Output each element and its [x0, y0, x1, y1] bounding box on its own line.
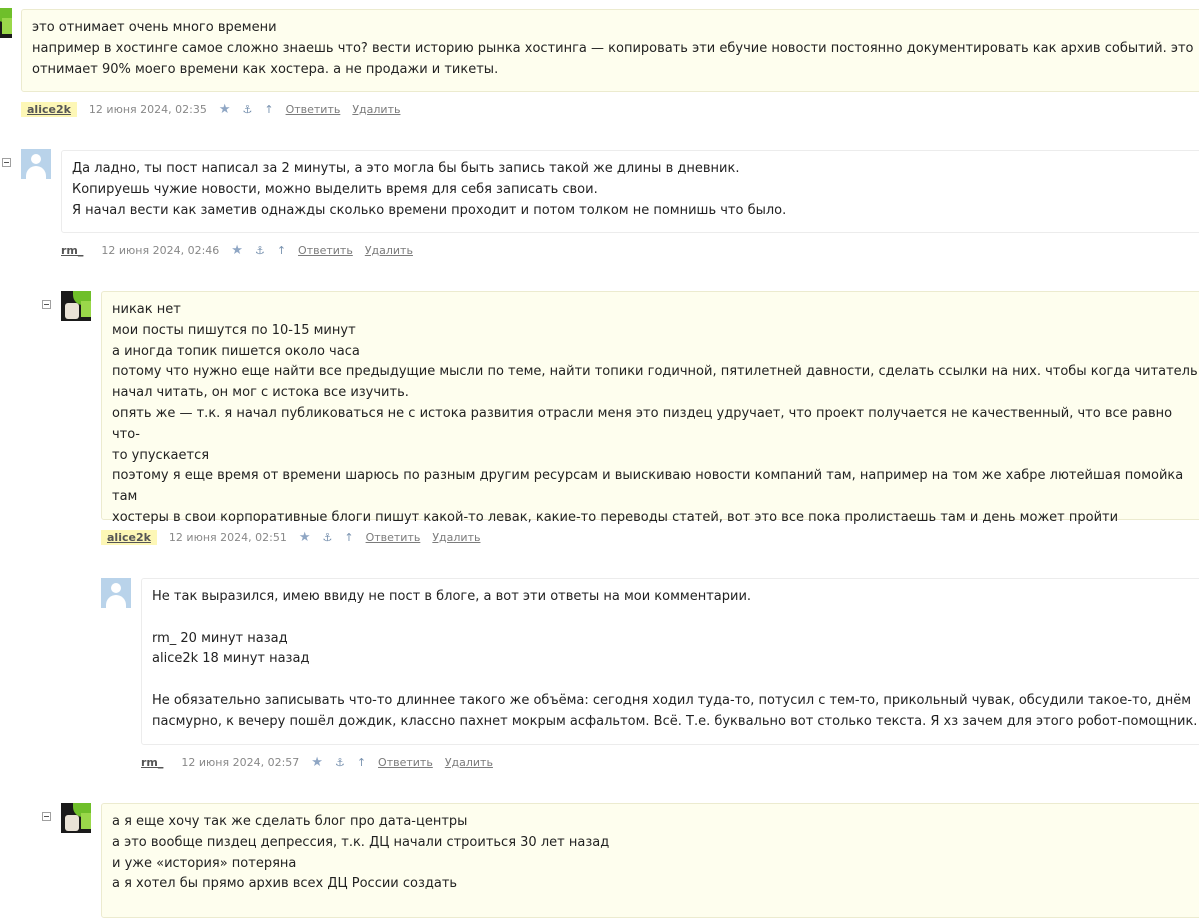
- author-link[interactable]: rm_: [61, 243, 89, 258]
- anchor-icon[interactable]: ⚓: [242, 103, 252, 116]
- comment-line: Копируешь чужие новости, можно выделить …: [72, 181, 598, 197]
- comment-line: Да ладно, ты пост написал за 2 минуты, а…: [72, 161, 740, 176]
- anchor-icon[interactable]: ⚓: [255, 244, 265, 257]
- star-icon[interactable]: ★: [299, 530, 311, 545]
- star-icon[interactable]: ★: [231, 243, 243, 258]
- delete-link[interactable]: Удалить: [365, 244, 413, 257]
- comment-body: а я еще хочу так же сделать блог про дат…: [101, 803, 1199, 918]
- up-arrow-icon[interactable]: ↑: [344, 531, 353, 544]
- comment-meta: rm_ 12 июня 2024, 02:57 ★ ⚓ ↑ Ответить У…: [141, 753, 505, 771]
- comment-line: Не обязательно записывать что-то длиннее…: [152, 692, 1192, 708]
- comment-line: [152, 670, 1199, 691]
- comment-date: 12 июня 2024, 02:35: [88, 102, 207, 116]
- comment-line: [152, 608, 1199, 629]
- comment-body: никак нет мои посты пишутся по 10-15 мин…: [101, 291, 1199, 546]
- comment-body: Да ладно, ты пост написал за 2 минуты, а…: [61, 150, 1199, 233]
- comment-line: например в хостинге самое сложно знаешь …: [32, 40, 1194, 56]
- comment-line: alice2k 18 минут назад: [152, 651, 310, 667]
- reply-link[interactable]: Ответить: [378, 756, 433, 769]
- comment-line: а я хотел бы прямо архив всех ДЦ России …: [112, 876, 458, 892]
- comment-line: то упускается: [112, 447, 210, 463]
- comment-date: 12 июня 2024, 02:46: [101, 243, 220, 257]
- up-arrow-icon[interactable]: ↑: [277, 244, 286, 257]
- comment-meta: rm_ 12 июня 2024, 02:46 ★ ⚓ ↑ Ответить У…: [61, 241, 425, 259]
- comment-line: поэтому я еще время от времени шарюсь по…: [112, 468, 1188, 505]
- collapse-minus-icon[interactable]: [42, 300, 51, 309]
- comment-line: никак нет: [112, 302, 181, 317]
- collapse-minus-icon[interactable]: [42, 812, 51, 821]
- reply-link[interactable]: Ответить: [286, 103, 341, 116]
- comment-line: потому что нужно еще найти все предыдущи…: [112, 364, 1198, 380]
- comment-line: а я еще хочу так же сделать блог про дат…: [112, 814, 468, 829]
- comment-line: Я начал вести как заметив однажды скольк…: [72, 202, 787, 218]
- up-arrow-icon[interactable]: ↑: [357, 756, 366, 769]
- reply-link[interactable]: Ответить: [298, 244, 353, 257]
- comment-line: rm_ 20 минут назад: [152, 630, 288, 646]
- comment-line: пасмурно, к вечеру пошёл дождик, классно…: [152, 713, 1198, 729]
- anchor-icon[interactable]: ⚓: [335, 756, 345, 769]
- comment-line: а иногда топик пишется около часа: [112, 343, 360, 359]
- avatar[interactable]: [61, 803, 91, 833]
- avatar[interactable]: [101, 578, 131, 608]
- comment-line: Не так выразился, имею ввиду не пост в б…: [152, 589, 752, 604]
- comment-line: хостеры в свои корпоративные блоги пишут…: [112, 509, 1119, 525]
- avatar[interactable]: [21, 149, 51, 179]
- comment-line: и уже «история» потеряна: [112, 855, 297, 871]
- comment-line: опять же — т.к. я начал публиковаться не…: [112, 405, 1177, 442]
- comment-date: 12 июня 2024, 02:57: [181, 755, 300, 769]
- author-link[interactable]: alice2k: [21, 101, 77, 117]
- comment-line: отнимает 90% моего времени как хостера. …: [32, 61, 499, 77]
- author-link[interactable]: rm_: [141, 755, 169, 770]
- comment-line: а это вообще пиздец депрессия, т.к. ДЦ н…: [112, 834, 610, 850]
- delete-link[interactable]: Удалить: [432, 531, 480, 544]
- comment-meta: alice2k 12 июня 2024, 02:35 ★ ⚓ ↑ Ответи…: [21, 100, 412, 118]
- comment-line: это отнимает очень много времени: [32, 20, 277, 35]
- comment-line: мои посты пишутся по 10-15 минут: [112, 322, 356, 338]
- star-icon[interactable]: ★: [219, 102, 231, 117]
- delete-link[interactable]: Удалить: [445, 756, 493, 769]
- comment-body: это отнимает очень много времени наприме…: [21, 9, 1199, 92]
- avatar[interactable]: [0, 8, 12, 38]
- reply-link[interactable]: Ответить: [366, 531, 421, 544]
- up-arrow-icon[interactable]: ↑: [264, 103, 273, 116]
- anchor-icon[interactable]: ⚓: [322, 531, 332, 544]
- collapse-minus-icon[interactable]: [2, 158, 11, 167]
- comment-line: начал читать, он мог с истока все изучит…: [112, 385, 409, 401]
- comment-body: Не так выразился, имею ввиду не пост в б…: [141, 578, 1199, 745]
- comment-meta: alice2k 12 июня 2024, 02:51 ★ ⚓ ↑ Ответи…: [101, 528, 492, 546]
- avatar[interactable]: [61, 291, 91, 321]
- delete-link[interactable]: Удалить: [352, 103, 400, 116]
- comment-date: 12 июня 2024, 02:51: [168, 530, 287, 544]
- author-link[interactable]: alice2k: [101, 529, 157, 545]
- star-icon[interactable]: ★: [311, 755, 323, 770]
